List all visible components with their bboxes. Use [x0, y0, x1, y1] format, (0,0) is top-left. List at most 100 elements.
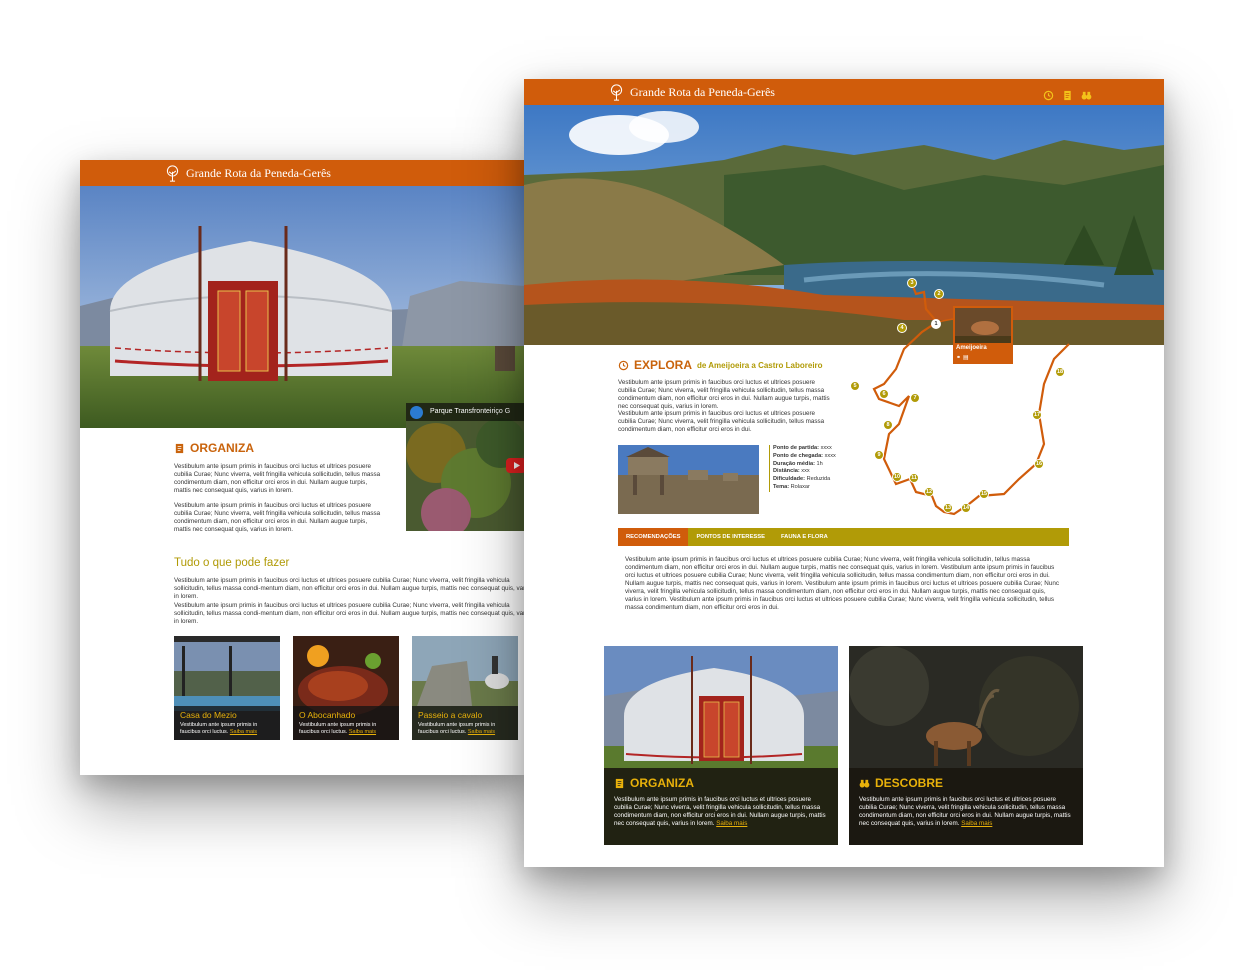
explora-subtitle: de Ameijoeira a Castro Laboreiro	[697, 360, 823, 370]
info-value: xxxx	[820, 445, 832, 451]
card-title: ORGANIZA	[630, 776, 694, 790]
video-title: Parque Transfronteiriço G	[430, 408, 511, 415]
card-caption: DESCOBRE Vestibulum ante ipsum primis in…	[849, 768, 1083, 845]
card-caption: Passeio a cavalo Vestibulum ante ipsum p…	[412, 706, 518, 740]
card-passeio-a-cavalo[interactable]: Passeio a cavalo Vestibulum ante ipsum p…	[412, 636, 518, 740]
organiza-title: ORGANIZA	[190, 441, 254, 455]
saiba-mais-link[interactable]: Saiba mais	[349, 729, 376, 735]
stage-marker[interactable]: 15	[979, 489, 989, 499]
card-title: DESCOBRE	[875, 776, 944, 790]
info-row: Duração média: 1h	[773, 461, 836, 469]
tab-fauna-e-flora[interactable]: Fauna e flora	[773, 528, 836, 546]
card-caption: Casa do Mezio Vestibulum ante ipsum prim…	[174, 706, 280, 740]
card-o-abocanhado[interactable]: O Abocanhado Vestibulum ante ipsum primi…	[293, 636, 399, 740]
document-icon[interactable]: ▤	[963, 354, 969, 361]
page-mockup-organiza: Grande Rota da Peneda-Gerês Parque Trans…	[80, 160, 525, 775]
callout-label: Ameijoeira	[956, 345, 987, 351]
info-value: Rolaxar	[790, 483, 810, 490]
site-name: Grande Rota da Peneda-Gerês	[630, 85, 775, 99]
explora-title: EXPLORA	[634, 358, 693, 372]
stage-marker[interactable]: 8	[883, 420, 893, 430]
info-label: Ponto de partida:	[773, 445, 819, 451]
card-title: O Abocanhado	[299, 710, 356, 720]
site-logo[interactable]: Grande Rota da Peneda-Gerês	[164, 164, 331, 183]
binoculars-icon[interactable]	[1081, 86, 1092, 100]
saiba-mais-link[interactable]: Saiba mais	[230, 729, 257, 735]
card-caption: ORGANIZA Vestibulum ante ipsum primis in…	[604, 768, 838, 845]
stage-marker[interactable]: 4	[897, 323, 907, 333]
clock-icon[interactable]	[1043, 86, 1054, 101]
organiza-paragraph-2: Vestibulum ante ipsum primis in faucibus…	[174, 502, 381, 533]
route-info-list: Ponto de partida: xxxx Ponto de chegada:…	[769, 445, 836, 492]
stage-marker[interactable]: 7	[910, 393, 920, 403]
stage-marker[interactable]: 2	[934, 289, 944, 299]
saiba-mais-link[interactable]: Saiba mais	[468, 729, 495, 735]
explora-heading: EXPLORA de Ameijoeira a Castro Laboreiro	[618, 358, 823, 372]
callout-icons: ⚭ ▤	[956, 354, 969, 361]
tab-recomendacoes[interactable]: Recomendações	[618, 528, 689, 546]
info-label: Tema:	[773, 483, 790, 490]
info-row: Dificuldade: Reduzida	[773, 476, 836, 484]
map-callout[interactable]: Ameijoeira ⚭ ▤	[953, 306, 1013, 364]
card-casa-do-mezio[interactable]: Casa do Mezio Vestibulum ante ipsum prim…	[174, 636, 280, 740]
play-button-icon[interactable]	[506, 458, 525, 473]
info-label: Duração média:	[773, 460, 815, 467]
saiba-mais-link[interactable]: Saiba mais	[716, 820, 747, 827]
stage-marker[interactable]: 3	[907, 278, 917, 288]
header-bar: Grande Rota da Peneda-Gerês	[80, 160, 525, 186]
card-title: Passeio a cavalo	[418, 710, 483, 720]
document-icon	[615, 778, 624, 788]
stage-marker[interactable]: 10	[892, 472, 902, 482]
binoculars-icon[interactable]: ⚭	[956, 354, 961, 361]
card-title: Casa do Mezio	[180, 710, 237, 720]
card-organiza[interactable]: ORGANIZA Vestibulum ante ipsum primis in…	[604, 646, 838, 845]
tudo-paragraph-1: Vestibulum ante ipsum primis in faucibus…	[174, 577, 525, 600]
card-caption: O Abocanhado Vestibulum ante ipsum primi…	[293, 706, 399, 740]
organiza-paragraph-1: Vestibulum ante ipsum primis in faucibus…	[174, 463, 381, 494]
site-logo[interactable]: Grande Rota da Peneda-Gerês	[608, 83, 775, 102]
header-bar: Grande Rota da Peneda-Gerês	[524, 79, 1164, 105]
callout-photo	[955, 308, 1011, 343]
video-title-bar: Parque Transfronteiriço G	[406, 403, 525, 421]
explora-paragraph-1: Vestibulum ante ipsum primis in faucibus…	[618, 379, 830, 410]
site-name: Grande Rota da Peneda-Gerês	[186, 166, 331, 180]
stage-marker[interactable]: 11	[909, 473, 919, 483]
card-descobre[interactable]: DESCOBRE Vestibulum ante ipsum primis in…	[849, 646, 1083, 845]
stage-marker[interactable]: 12	[924, 487, 934, 497]
tree-logo-icon	[610, 84, 623, 101]
info-row: Ponto de partida: xxxx	[773, 445, 836, 453]
clock-icon	[618, 360, 629, 370]
header-icon-nav	[1043, 86, 1092, 101]
info-row: Tema: Rolaxar	[773, 484, 836, 492]
stage-marker[interactable]: 1	[931, 319, 941, 329]
info-label: Dificuldade:	[773, 476, 806, 483]
info-value: xxx	[801, 468, 810, 475]
explora-paragraph-2: Vestibulum ante ipsum primis in faucibus…	[618, 410, 825, 433]
stage-marker[interactable]: 18	[1055, 367, 1065, 377]
tree-logo-icon	[166, 165, 179, 182]
tudo-paragraph-2: Vestibulum ante ipsum primis in faucibus…	[174, 602, 525, 625]
saiba-mais-link[interactable]: Saiba mais	[961, 820, 992, 827]
document-icon[interactable]	[1062, 86, 1073, 101]
info-value: Reduzida	[806, 476, 831, 483]
info-row: Ponto de chegada: xxxx	[773, 453, 836, 461]
info-label: Distância:	[773, 468, 800, 475]
stage-marker[interactable]: 9	[874, 450, 884, 460]
document-icon	[175, 443, 184, 453]
info-value: xxxx	[824, 452, 836, 459]
stage-marker[interactable]: 13	[943, 503, 953, 513]
tab-pontos-de-interesse[interactable]: Pontos de interesse	[688, 528, 773, 546]
stage-marker[interactable]: 16	[1034, 459, 1044, 469]
binoculars-icon	[859, 779, 870, 787]
page-mockup-explora: Grande Rota da Peneda-Gerês Ameijoeira ⚭…	[524, 79, 1164, 867]
stage-marker[interactable]: 5	[850, 381, 860, 391]
stage-marker[interactable]: 17	[1032, 410, 1042, 420]
embedded-video[interactable]: Parque Transfronteiriço G	[406, 403, 525, 531]
content-tabs: Recomendações Pontos de interesse Fauna …	[618, 528, 1069, 546]
info-row: Distância: xxx	[773, 468, 836, 476]
info-value: 1h	[816, 460, 823, 467]
stage-marker[interactable]: 6	[879, 389, 889, 399]
organiza-heading: ORGANIZA	[174, 441, 254, 455]
info-label: Ponto de chegada:	[773, 452, 824, 459]
stage-marker[interactable]: 14	[961, 503, 971, 513]
